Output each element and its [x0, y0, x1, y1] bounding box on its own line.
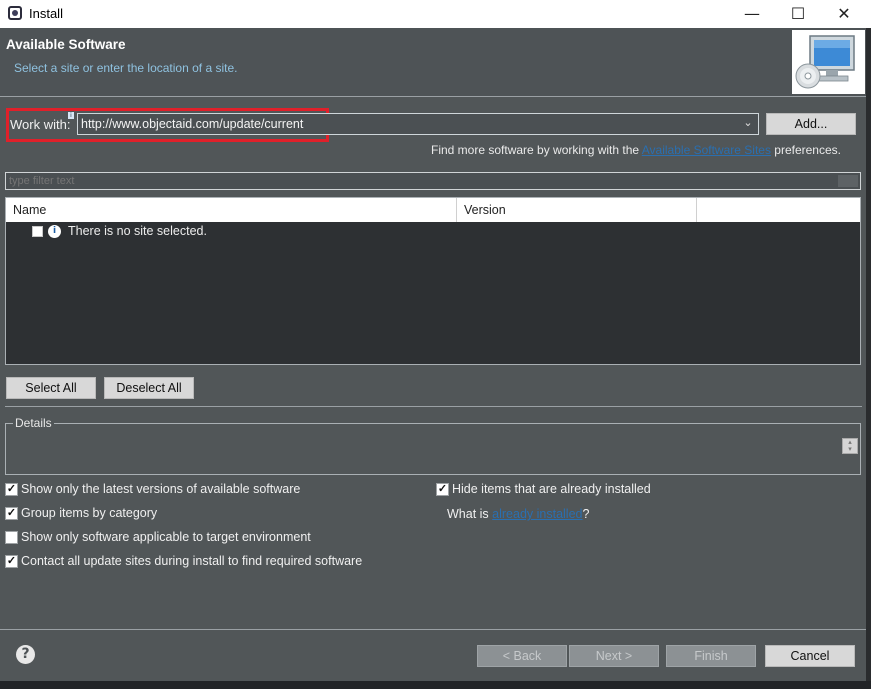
add-button[interactable]: Add... — [766, 113, 856, 135]
option-label: Show only the latest versions of availab… — [21, 482, 301, 496]
checkbox-checked-icon[interactable]: ✓ — [436, 483, 449, 496]
table-row[interactable]: i There is no site selected. — [6, 222, 860, 242]
maximize-button[interactable]: ☐ — [775, 0, 821, 28]
cancel-button[interactable]: Cancel — [765, 645, 855, 667]
find-more-suffix: preferences. — [770, 143, 841, 157]
checkbox-checked-icon[interactable]: ✓ — [5, 483, 18, 496]
find-more-text: Find more software by working with the A… — [431, 143, 841, 157]
taskbar-strip — [0, 681, 871, 689]
available-software-sites-link[interactable]: Available Software Sites — [642, 143, 771, 157]
checkbox-unchecked-icon[interactable] — [5, 531, 18, 544]
next-button[interactable]: Next > — [569, 645, 659, 667]
work-with-combo[interactable]: ⌄ — [77, 113, 759, 135]
window-title: Install — [29, 6, 63, 21]
column-extra[interactable] — [697, 198, 860, 222]
find-more-prefix: Find more software by working with the — [431, 143, 642, 157]
work-with-label: Work with: — [10, 117, 71, 132]
select-all-button[interactable]: Select All — [6, 377, 96, 399]
row-checkbox[interactable] — [32, 226, 43, 237]
column-name[interactable]: Name — [6, 198, 457, 222]
option-label: Group items by category — [21, 506, 158, 520]
already-installed-link[interactable]: already installed — [492, 507, 582, 521]
checkbox-checked-icon[interactable]: ✓ — [5, 555, 18, 568]
window-right-edge — [866, 28, 871, 681]
option-label: Show only software applicable to target … — [21, 530, 311, 544]
eclipse-app-icon — [8, 6, 22, 20]
software-table: Name Version i There is no site selected… — [5, 197, 861, 365]
filter-clear-area — [838, 175, 858, 187]
details-group — [5, 423, 861, 475]
deselect-all-button[interactable]: Deselect All — [104, 377, 194, 399]
what-is-prefix: What is — [447, 507, 493, 521]
footer-divider — [0, 629, 866, 630]
filter-field[interactable] — [5, 172, 861, 190]
finish-button[interactable]: Finish — [666, 645, 756, 667]
help-icon[interactable]: ? — [16, 645, 35, 664]
page-title: Available Software — [6, 37, 126, 52]
column-version[interactable]: Version — [457, 198, 697, 222]
details-divider — [5, 406, 862, 407]
table-header: Name Version — [6, 198, 860, 222]
page-description: Select a site or enter the location of a… — [14, 61, 238, 75]
back-button[interactable]: < Back — [477, 645, 567, 667]
info-icon: i — [48, 225, 61, 238]
details-label: Details — [13, 416, 54, 430]
close-button[interactable]: ✕ — [821, 0, 867, 28]
option-label: Hide items that are already installed — [452, 482, 651, 496]
row-name: There is no site selected. — [68, 224, 207, 238]
header-divider — [0, 96, 866, 97]
chevron-down-icon[interactable]: ⌄ — [738, 114, 758, 134]
content-assist-icon: i — [68, 112, 74, 119]
details-scroll-icon[interactable]: ▴ ▾ — [842, 438, 858, 454]
checkbox-checked-icon[interactable]: ✓ — [5, 507, 18, 520]
what-is-suffix: ? — [582, 507, 590, 521]
work-with-input[interactable] — [81, 115, 731, 133]
option-label: Contact all update sites during install … — [21, 554, 363, 568]
what-is-installed-text: What is already installed? — [447, 507, 589, 521]
install-computer-icon — [792, 30, 865, 94]
minimize-button[interactable]: — — [729, 0, 775, 28]
filter-input[interactable] — [9, 173, 839, 189]
title-bar: Install — ☐ ✕ — [0, 0, 871, 28]
